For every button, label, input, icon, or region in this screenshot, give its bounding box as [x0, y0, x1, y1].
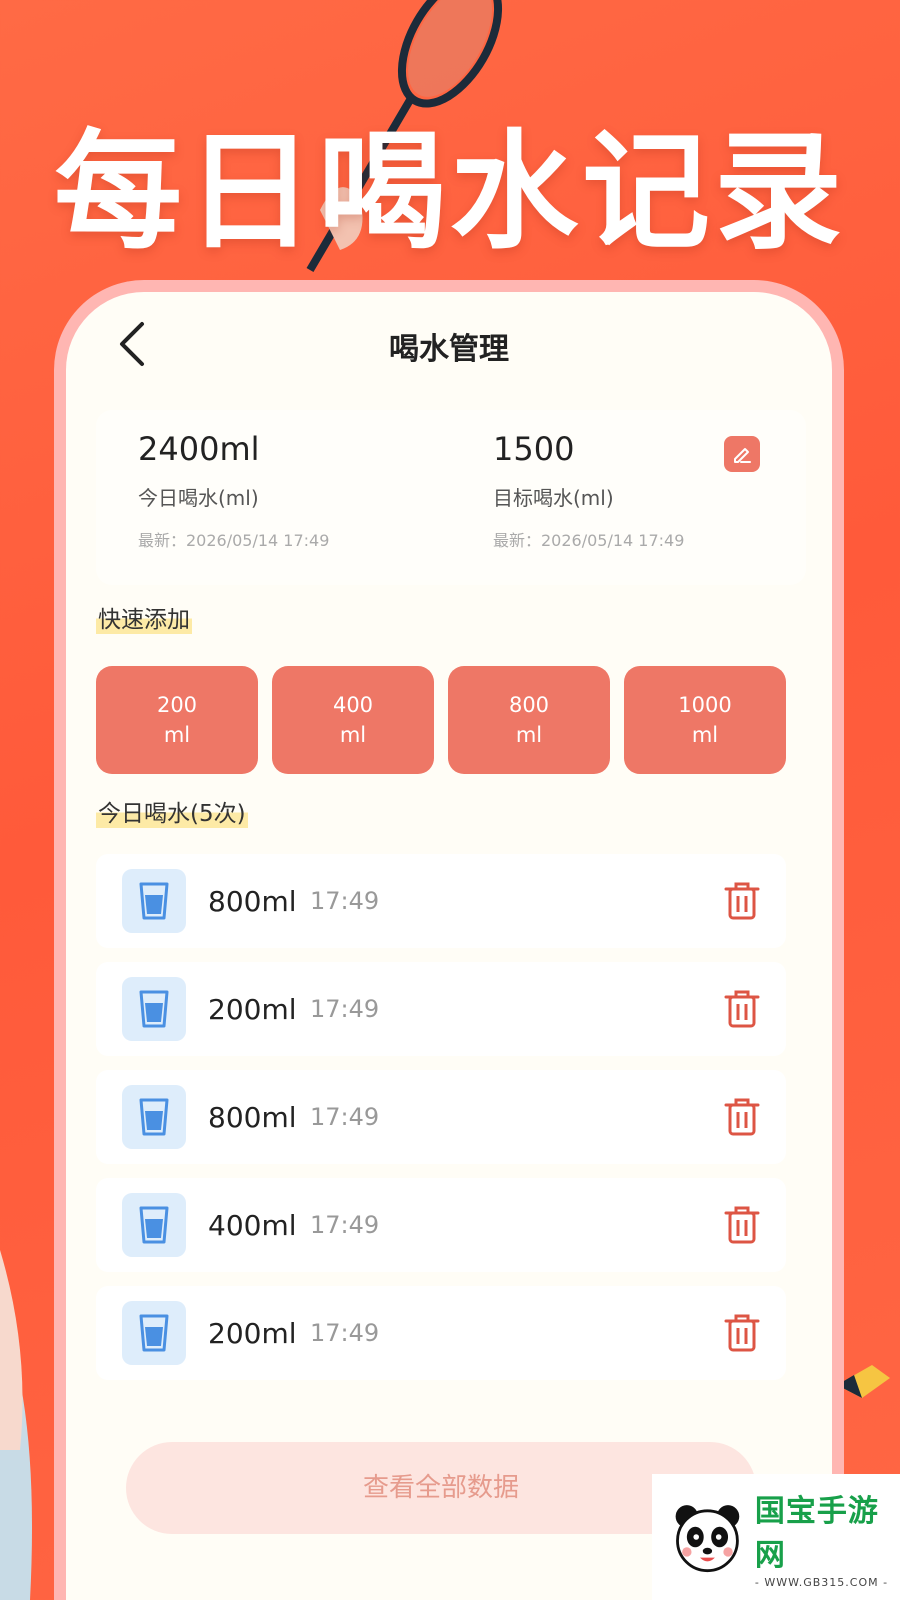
list-item: 200ml 17:49 — [96, 962, 786, 1056]
record-amount: 200ml — [208, 992, 297, 1026]
panda-logo-icon — [675, 1505, 740, 1573]
watermark-url: - WWW.GB315.COM - — [754, 1575, 889, 1589]
edit-icon — [734, 448, 751, 463]
quick-add-amount: 1000 — [678, 693, 732, 717]
trash-icon — [724, 882, 760, 920]
quick-add-200-button[interactable]: 200 ml — [96, 666, 258, 774]
record-amount: 400ml — [208, 1208, 297, 1242]
quick-add-title: 快速添加 — [96, 600, 192, 634]
list-item: 200ml 17:49 — [96, 1286, 786, 1380]
today-intake-value: 2400ml — [138, 430, 260, 468]
stats-card: 2400ml 今日喝水(ml) 最新：2026/05/14 17:49 1500… — [96, 410, 806, 585]
record-time: 17:49 — [310, 1211, 380, 1239]
page-title: 喝水管理 — [389, 332, 509, 367]
list-item: 400ml 17:49 — [96, 1178, 786, 1272]
goal-intake-stat: 1500 目标喝水(ml) 最新：2026/05/14 17:49 — [451, 410, 806, 585]
record-amount: 800ml — [208, 884, 297, 918]
record-time: 17:49 — [310, 887, 380, 915]
record-time: 17:49 — [310, 1103, 380, 1131]
water-cup-icon — [122, 1301, 186, 1365]
delete-record-button[interactable] — [720, 876, 764, 926]
quick-add-unit: ml — [163, 723, 191, 747]
delete-record-button[interactable] — [720, 984, 764, 1034]
trash-icon — [724, 1206, 760, 1244]
water-cup-icon — [122, 1193, 186, 1257]
phone-frame: 喝水管理 2400ml 今日喝水(ml) 最新：2026/05/14 17:49… — [54, 280, 844, 1600]
water-cup-icon — [122, 869, 186, 933]
record-amount: 200ml — [208, 1316, 297, 1350]
quick-add-amount: 400 — [332, 693, 374, 717]
quick-add-amount: 800 — [508, 693, 550, 717]
delete-record-button[interactable] — [720, 1308, 764, 1358]
watermark-text: 国宝手游网 - WWW.GB315.COM - — [755, 1486, 900, 1589]
records-title: 今日喝水(5次) — [96, 794, 248, 828]
record-time: 17:49 — [310, 1319, 380, 1347]
quick-add-unit: ml — [691, 723, 719, 747]
trash-icon — [724, 1098, 760, 1136]
water-cup-icon — [122, 977, 186, 1041]
list-item: 800ml 17:49 — [96, 1070, 786, 1164]
quick-add-800-button[interactable]: 800 ml — [448, 666, 610, 774]
trash-icon — [724, 990, 760, 1028]
water-cup-icon — [122, 1085, 186, 1149]
delete-record-button[interactable] — [720, 1200, 764, 1250]
app-screen: 喝水管理 2400ml 今日喝水(ml) 最新：2026/05/14 17:49… — [66, 292, 832, 1600]
delete-record-button[interactable] — [720, 1092, 764, 1142]
record-amount: 800ml — [208, 1100, 297, 1134]
goal-intake-label: 目标喝水(ml) — [493, 486, 614, 510]
quick-add-1000-button[interactable]: 1000 ml — [624, 666, 786, 774]
edit-goal-button[interactable] — [724, 436, 760, 472]
today-intake-label: 今日喝水(ml) — [138, 486, 259, 510]
promo-title: 每日喝水记录 — [53, 118, 846, 267]
today-intake-updated: 最新：2026/05/14 17:49 — [138, 531, 330, 550]
list-item: 800ml 17:49 — [96, 854, 786, 948]
watermark: 国宝手游网 - WWW.GB315.COM - — [652, 1474, 900, 1600]
records-list: 800ml 17:49 200ml 17:49 800ml 17:49 400m… — [96, 854, 786, 1394]
quick-add-options: 200 ml 400 ml 800 ml 1000 ml — [96, 666, 786, 774]
watermark-name: 国宝手游网 — [754, 1493, 879, 1573]
quick-add-amount: 200 — [156, 693, 198, 717]
quick-add-unit: ml — [339, 723, 367, 747]
nav-bar: 喝水管理 — [66, 310, 832, 380]
trash-icon — [724, 1314, 760, 1352]
today-intake-stat: 2400ml 今日喝水(ml) 最新：2026/05/14 17:49 — [96, 410, 451, 585]
record-time: 17:49 — [310, 995, 380, 1023]
quick-add-unit: ml — [515, 723, 543, 747]
goal-intake-updated: 最新：2026/05/14 17:49 — [493, 531, 685, 550]
quick-add-400-button[interactable]: 400 ml — [272, 666, 434, 774]
